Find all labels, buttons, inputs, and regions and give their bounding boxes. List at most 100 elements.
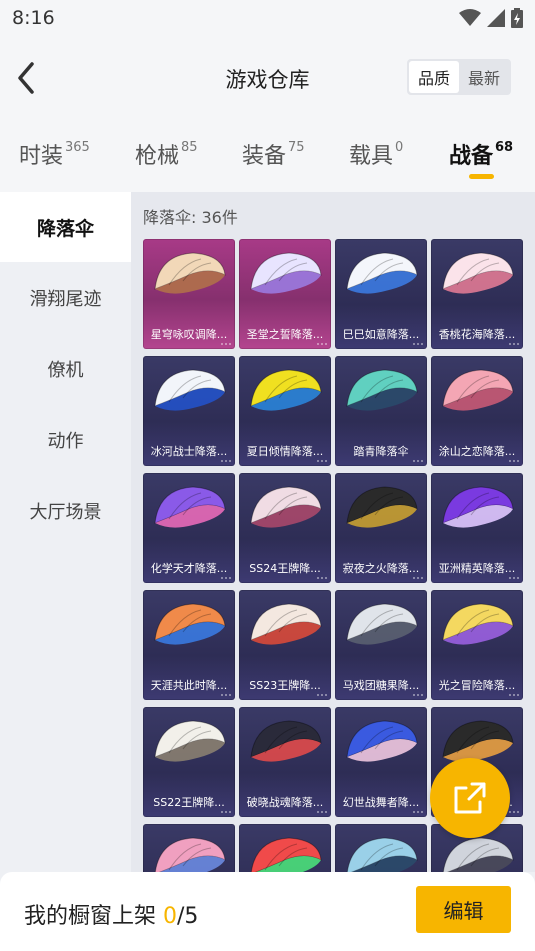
tab-label: 时装 bbox=[19, 144, 64, 169]
parachute-icon bbox=[341, 245, 421, 315]
item-card[interactable]: 夏日倾情降落... bbox=[239, 356, 331, 466]
parachute-icon bbox=[149, 596, 229, 666]
parachute-icon bbox=[245, 713, 325, 783]
item-card[interactable]: 涂山之恋降落... bbox=[431, 356, 523, 466]
item-card[interactable]: SS23王牌降... bbox=[239, 590, 331, 700]
tab-count: 75 bbox=[288, 140, 305, 155]
edit-button[interactable]: 编辑 bbox=[416, 886, 511, 933]
tab-count: 68 bbox=[495, 140, 514, 155]
tab-count: 365 bbox=[65, 140, 90, 155]
tab-label: 枪械 bbox=[135, 144, 180, 169]
tab-fashion[interactable]: 时装 365 bbox=[19, 138, 90, 170]
item-card[interactable]: SS22王牌降... bbox=[143, 707, 235, 817]
parachute-icon bbox=[437, 596, 517, 666]
sidebar: 降落伞 滑翔尾迹 僚机 动作 大厅场景 bbox=[0, 192, 131, 872]
item-card[interactable]: 香桃花海降落... bbox=[431, 239, 523, 349]
tab-label: 载具 bbox=[349, 144, 394, 169]
card-corner-decoration bbox=[413, 459, 423, 462]
status-time: 8:16 bbox=[12, 7, 55, 29]
parachute-icon bbox=[341, 596, 421, 666]
card-corner-decoration bbox=[221, 693, 231, 696]
card-corner-decoration bbox=[509, 342, 519, 345]
signal-icon bbox=[487, 9, 505, 27]
parachute-icon bbox=[149, 479, 229, 549]
parachute-icon bbox=[245, 830, 325, 872]
showcase-caption: 我的橱窗上架 0/5 bbox=[24, 898, 198, 930]
category-tabs: 时装 365 枪械 85 装备 75 载具 0 战备 68 bbox=[0, 120, 535, 192]
section-title: 降落伞: 36件 bbox=[143, 208, 238, 227]
item-card[interactable]: 马戏团糖果降... bbox=[335, 590, 427, 700]
share-external-icon bbox=[454, 782, 486, 814]
sidebar-item-lobby-scene[interactable]: 大厅场景 bbox=[0, 476, 131, 546]
wifi-icon bbox=[459, 9, 481, 26]
card-corner-decoration bbox=[509, 693, 519, 696]
sidebar-item-parachute[interactable]: 降落伞 bbox=[0, 192, 131, 262]
item-card[interactable]: 星穹咏叹调降... bbox=[143, 239, 235, 349]
parachute-icon bbox=[437, 362, 517, 432]
sidebar-item-glide-trail[interactable]: 滑翔尾迹 bbox=[0, 263, 131, 333]
sort-quality-option[interactable]: 品质 bbox=[409, 61, 459, 93]
card-corner-decoration bbox=[221, 342, 231, 345]
status-icons bbox=[459, 8, 523, 28]
card-corner-decoration bbox=[509, 576, 519, 579]
item-card[interactable]: 巳巳如意降落... bbox=[335, 239, 427, 349]
status-bar: 8:16 bbox=[0, 0, 535, 36]
card-corner-decoration bbox=[317, 576, 327, 579]
card-corner-decoration bbox=[509, 810, 519, 813]
item-card[interactable] bbox=[335, 824, 427, 872]
parachute-icon bbox=[245, 596, 325, 666]
card-corner-decoration bbox=[317, 810, 327, 813]
share-button[interactable] bbox=[430, 758, 510, 838]
card-corner-decoration bbox=[413, 576, 423, 579]
sort-toggle: 品质 最新 bbox=[407, 59, 511, 95]
card-corner-decoration bbox=[413, 810, 423, 813]
card-corner-decoration bbox=[221, 459, 231, 462]
item-card[interactable]: 亚洲精英降落... bbox=[431, 473, 523, 583]
item-card[interactable]: 圣堂之誓降落... bbox=[239, 239, 331, 349]
parachute-icon bbox=[245, 479, 325, 549]
parachute-icon bbox=[245, 245, 325, 315]
tab-vehicles[interactable]: 载具 0 bbox=[349, 138, 403, 170]
item-card[interactable]: 化学天才降落... bbox=[143, 473, 235, 583]
card-corner-decoration bbox=[509, 459, 519, 462]
tab-weapons[interactable]: 枪械 85 bbox=[135, 138, 198, 170]
item-card[interactable]: 寂夜之火降落... bbox=[335, 473, 427, 583]
card-corner-decoration bbox=[317, 693, 327, 696]
tab-battle-gear[interactable]: 战备 68 bbox=[449, 138, 513, 170]
item-card[interactable]: 幻世战舞者降... bbox=[335, 707, 427, 817]
parachute-icon bbox=[245, 362, 325, 432]
showcase-caption-prefix: 我的橱窗上架 bbox=[24, 904, 163, 929]
header: 游戏仓库 品质 最新 bbox=[0, 36, 535, 120]
item-card[interactable]: 冰河战士降落... bbox=[143, 356, 235, 466]
parachute-icon bbox=[149, 245, 229, 315]
parachute-icon bbox=[149, 362, 229, 432]
tab-count: 85 bbox=[181, 140, 198, 155]
sort-newest-option[interactable]: 最新 bbox=[459, 61, 509, 93]
showcase-capacity: /5 bbox=[177, 904, 199, 929]
item-card[interactable]: 光之冒险降落... bbox=[431, 590, 523, 700]
card-corner-decoration bbox=[317, 342, 327, 345]
tab-equipment[interactable]: 装备 75 bbox=[242, 138, 305, 170]
tab-count: 0 bbox=[395, 140, 404, 155]
item-card[interactable]: 踏青降落伞 bbox=[335, 356, 427, 466]
parachute-icon bbox=[341, 713, 421, 783]
item-card[interactable]: 天涯共此时降... bbox=[143, 590, 235, 700]
battery-charging-icon bbox=[511, 8, 523, 28]
active-tab-indicator bbox=[469, 174, 494, 179]
parachute-icon bbox=[341, 830, 421, 872]
showcase-bar: 我的橱窗上架 0/5 编辑 bbox=[0, 872, 535, 951]
sidebar-item-wingman[interactable]: 僚机 bbox=[0, 334, 131, 404]
sidebar-item-emote[interactable]: 动作 bbox=[0, 405, 131, 475]
card-corner-decoration bbox=[413, 693, 423, 696]
item-card[interactable] bbox=[239, 824, 331, 872]
card-corner-decoration bbox=[413, 342, 423, 345]
item-card[interactable]: SS24王牌降... bbox=[239, 473, 331, 583]
parachute-icon bbox=[437, 245, 517, 315]
item-card[interactable]: 破晓战魂降落... bbox=[239, 707, 331, 817]
tab-label: 战备 bbox=[449, 144, 494, 169]
tab-label: 装备 bbox=[242, 144, 287, 169]
parachute-icon bbox=[437, 479, 517, 549]
card-corner-decoration bbox=[317, 459, 327, 462]
item-card[interactable] bbox=[143, 824, 235, 872]
parachute-icon bbox=[149, 830, 229, 872]
